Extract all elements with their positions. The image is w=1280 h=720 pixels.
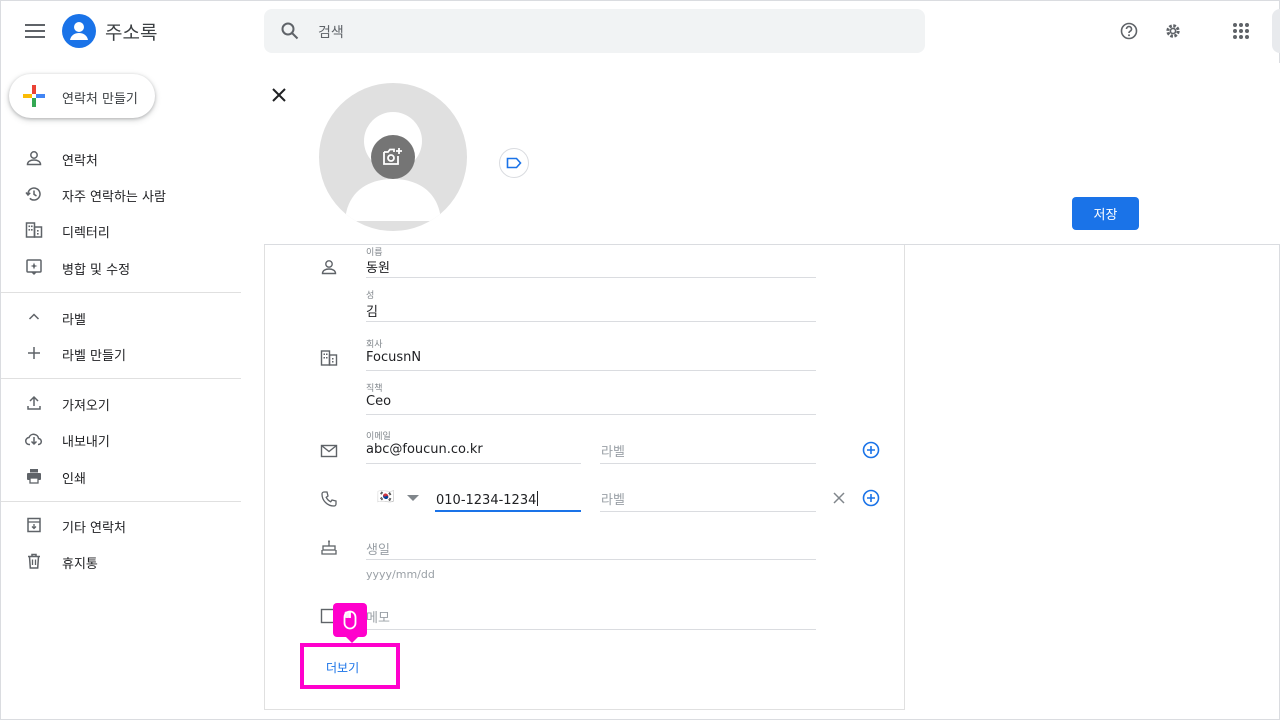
sidebar-item-create-label[interactable]: 라벨 만들기: [1, 336, 241, 370]
field-underline: [366, 463, 581, 464]
birthday-field[interactable]: 생일: [366, 539, 390, 558]
plus-multicolor-icon: [23, 85, 45, 107]
apps-grid-icon[interactable]: [1221, 11, 1261, 51]
label-tag-icon[interactable]: [499, 148, 529, 178]
country-dropdown-icon[interactable]: [407, 495, 419, 501]
sidebar-divider: [1, 378, 241, 379]
mouse-click-icon: [333, 603, 367, 643]
menu-icon[interactable]: [15, 11, 55, 51]
sidebar-item-trash[interactable]: 휴지통: [1, 544, 241, 578]
contacts-logo-icon: [62, 14, 96, 48]
close-icon[interactable]: [259, 75, 299, 115]
last-name-label: 성: [366, 291, 375, 301]
search-bar[interactable]: 검색: [264, 9, 925, 53]
email-label-field[interactable]: 라벨: [601, 441, 625, 460]
building-icon: [25, 221, 43, 239]
country-flag: 🇰🇷: [377, 489, 395, 505]
archive-icon: [25, 516, 43, 534]
field-underline: [366, 629, 816, 630]
sidebar-item-merge[interactable]: 병합 및 수정: [1, 250, 241, 284]
click-highlight-box: [300, 643, 400, 689]
add-email-icon[interactable]: [862, 441, 880, 459]
upload-icon: [25, 394, 43, 412]
job-title-field[interactable]: Ceo: [366, 394, 391, 409]
phone-icon: [320, 490, 338, 508]
print-icon: [25, 467, 43, 485]
contact-form-card: [264, 245, 905, 710]
field-underline: [600, 511, 816, 512]
sidebar-divider: [1, 292, 241, 293]
mail-icon: [320, 442, 338, 460]
field-underline: [366, 321, 816, 322]
account-avatar[interactable]: [1272, 9, 1280, 53]
sidebar-item-labels[interactable]: 라벨: [1, 300, 241, 334]
company-field[interactable]: FocusnN: [366, 350, 421, 365]
help-icon[interactable]: [1109, 11, 1149, 51]
save-button[interactable]: 저장: [1072, 197, 1139, 230]
sidebar-item-import[interactable]: 가져오기: [1, 386, 241, 420]
create-contact-label: 연락처 만들기: [62, 92, 138, 107]
search-input[interactable]: 검색: [318, 22, 344, 42]
first-name-field[interactable]: 동원: [366, 257, 390, 276]
history-icon: [25, 185, 43, 203]
remove-phone-icon[interactable]: [833, 492, 845, 504]
merge-fix-icon: [25, 258, 43, 276]
plus-icon: [25, 344, 43, 362]
chevron-up-icon: [25, 308, 43, 326]
sidebar-item-directory[interactable]: 디렉터리: [1, 213, 241, 247]
sidebar-item-contacts[interactable]: 연락처: [1, 141, 241, 175]
app-window: 주소록 검색 연락처 만들기 연락처 자주 연락하는 사람 디렉터리 병합 및 …: [0, 0, 1280, 720]
company-label: 회사: [366, 340, 383, 350]
cake-icon: [320, 538, 338, 556]
birthday-hint: yyyy/mm/dd: [366, 568, 435, 581]
job-title-label: 직책: [366, 384, 383, 394]
sidebar-item-export[interactable]: 내보내기: [1, 422, 241, 456]
sidebar-item-label: 라벨 만들기: [62, 349, 126, 364]
sidebar-item-label: 자주 연락하는 사람: [62, 190, 166, 205]
sidebar-divider: [1, 501, 241, 502]
sidebar-item-label: 연락처: [62, 154, 98, 169]
sidebar-item-label: 디렉터리: [62, 226, 110, 241]
email-label: 이메일: [366, 432, 391, 442]
sidebar-item-label: 가져오기: [62, 399, 110, 414]
text-caret: [537, 491, 539, 506]
sidebar-item-print[interactable]: 인쇄: [1, 459, 241, 493]
building-icon: [320, 349, 338, 367]
notes-field[interactable]: 메모: [366, 607, 390, 626]
trash-icon: [25, 552, 43, 570]
create-contact-button[interactable]: 연락처 만들기: [9, 74, 155, 118]
field-underline: [366, 277, 816, 278]
settings-icon[interactable]: [1153, 11, 1193, 51]
person-icon: [25, 149, 43, 167]
cloud-download-icon: [25, 430, 43, 448]
sidebar-item-frequent[interactable]: 자주 연락하는 사람: [1, 177, 241, 211]
field-underline: [600, 463, 816, 464]
phone-label-field[interactable]: 라벨: [601, 489, 625, 508]
sidebar-item-label: 라벨: [62, 313, 86, 328]
search-icon[interactable]: [281, 22, 299, 40]
add-phone-icon[interactable]: [862, 489, 880, 507]
phone-field[interactable]: 010-1234-1234: [436, 491, 539, 508]
last-name-field[interactable]: 김: [366, 301, 378, 320]
field-underline: [366, 414, 816, 415]
field-underline-active: [435, 510, 581, 512]
sidebar-item-label: 인쇄: [62, 472, 86, 487]
sidebar-item-other-contacts[interactable]: 기타 연락처: [1, 508, 241, 542]
app-title: 주소록: [105, 22, 158, 44]
person-icon: [320, 258, 338, 276]
field-underline: [366, 370, 816, 371]
email-field[interactable]: abc@foucun.co.kr: [366, 442, 483, 457]
phone-value: 010-1234-1234: [436, 493, 537, 508]
sidebar-item-label: 내보내기: [62, 435, 110, 450]
add-photo-icon[interactable]: [371, 135, 415, 179]
field-underline: [366, 559, 816, 560]
sidebar-item-label: 병합 및 수정: [62, 263, 131, 278]
sidebar-item-label: 휴지통: [62, 557, 98, 572]
sidebar-item-label: 기타 연락처: [62, 521, 126, 536]
